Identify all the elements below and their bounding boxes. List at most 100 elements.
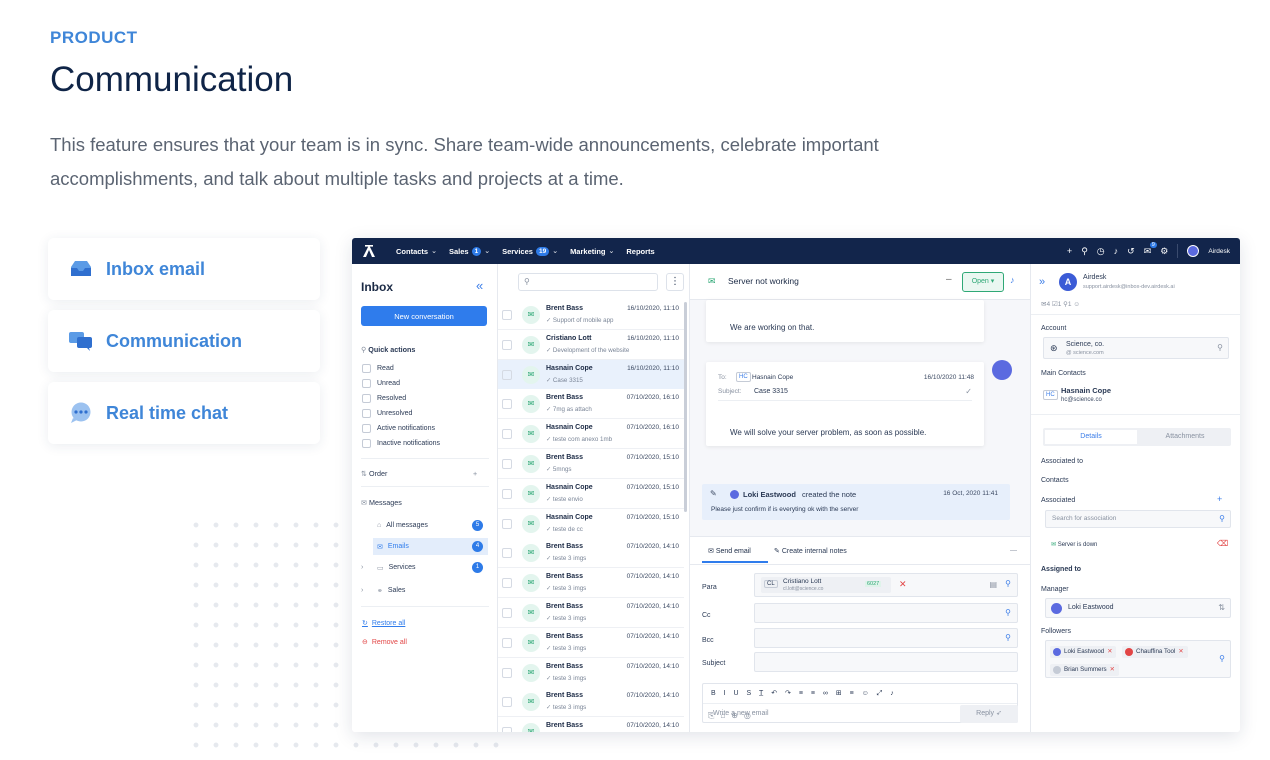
remove-all-link[interactable]: ⊖ Remove all (362, 638, 407, 647)
nav-services[interactable]: Services 19 ⌄ (502, 246, 558, 256)
swap-icon[interactable]: ⇅ (1218, 603, 1225, 612)
formatting-toolbar[interactable]: B I U S T̲ ↶ ↷ ≡ ≡ ∞ ⊞ ≡ ☺ ⤢ ♪ (711, 689, 897, 698)
remove-icon[interactable]: ✕ (1178, 648, 1183, 655)
row-checkbox[interactable] (502, 608, 512, 618)
filter-read[interactable]: Read (362, 364, 394, 373)
follower-chip[interactable]: Chauffina Tool ✕ (1122, 646, 1188, 658)
filter-resolved[interactable]: Resolved (362, 394, 406, 403)
tab-create-internal-notes[interactable]: ✎ Create internal notes (774, 547, 847, 555)
table-row[interactable]: ✉ Cristiano Lott 16/10/2020, 11:10 ✓ Develo… (498, 329, 684, 360)
search-input[interactable]: ⚲ (518, 273, 658, 291)
account-field[interactable]: ⊛ Science, co. @ science.com ⚲ (1043, 337, 1229, 359)
followers-field[interactable]: Loki Eastwood ✕ Chauffina Tool ✕ Brian Sum… (1045, 640, 1231, 678)
table-row[interactable]: ✉Brent Bass07/10/2020, 14:10✓ nenver (498, 717, 684, 732)
tab-details[interactable]: Details (1045, 430, 1137, 444)
new-conversation-button[interactable]: New conversation (361, 306, 487, 326)
row-checkbox[interactable] (502, 727, 512, 732)
search-icon[interactable]: ⚲ (1005, 579, 1011, 588)
table-row[interactable]: ✉ Brent Bass 07/10/2020, 15:10 ✓ 5mngs (498, 449, 684, 479)
sidebar-item-emails[interactable]: ✉ Emails 4 (373, 538, 488, 555)
order-row[interactable]: ⇅ Order + (361, 469, 477, 478)
search-icon[interactable]: ⚲ (1219, 654, 1225, 663)
row-checkbox[interactable] (502, 339, 512, 350)
collapse-chevrons-icon[interactable]: « (476, 278, 483, 293)
plus-icon[interactable]: + (1067, 246, 1072, 256)
scrollbar[interactable] (684, 302, 687, 512)
search-icon[interactable]: ⚲ (1081, 246, 1088, 257)
row-checkbox[interactable] (502, 399, 512, 410)
reply-button[interactable]: Reply ➶ (960, 705, 1018, 723)
timer-icon[interactable]: ◷ (1097, 246, 1105, 257)
add-association-button[interactable]: + (1217, 494, 1222, 504)
plus-icon[interactable]: + (473, 469, 477, 478)
remove-icon[interactable]: ✕ (1110, 666, 1115, 673)
row-checkbox[interactable] (502, 548, 512, 559)
row-checkbox[interactable] (502, 578, 512, 589)
table-row[interactable]: ✉ Brent Bass 16/10/2020, 11:10 ✓ Support of… (498, 300, 684, 330)
expand-chevrons-icon[interactable]: » (1039, 276, 1045, 288)
search-icon[interactable]: ⚲ (1219, 514, 1225, 523)
restore-all-link[interactable]: ↻ Restore all (362, 619, 405, 628)
feature-real-time-chat[interactable]: Real time chat (48, 382, 320, 444)
search-icon[interactable]: ⚲ (1217, 343, 1223, 352)
table-row[interactable]: ✉ Brent Bass 07/10/2020, 14:10 ✓ teste 3 im… (498, 598, 684, 628)
table-row[interactable]: ✉ Brent Bass 07/10/2020, 16:10 ✓ 7mg as att… (498, 389, 684, 420)
subject-field[interactable] (754, 652, 1018, 672)
filter-active-notifications[interactable]: Active notifications (362, 424, 435, 433)
manager-field[interactable]: Loki Eastwood ⇅ (1045, 598, 1231, 618)
table-row[interactable]: ✉ Hasnain Cope 07/10/2020, 15:10 ✓ teste en… (498, 478, 684, 509)
row-checkbox[interactable] (502, 667, 512, 678)
filter-unread[interactable]: Unread (362, 379, 400, 388)
avatar[interactable] (1187, 245, 1200, 257)
feature-inbox-email[interactable]: Inbox email (48, 238, 320, 300)
row-checkbox[interactable] (502, 637, 512, 648)
row-checkbox[interactable] (502, 697, 512, 708)
cc-field[interactable]: ⚲ (754, 603, 1018, 623)
table-row[interactable]: ✉ Hasnain Cope 07/10/2020, 16:10 ✓ teste co… (498, 419, 684, 450)
table-row[interactable]: ✉ Brent Bass 07/10/2020, 14:10 ✓ teste 3 im… (498, 627, 684, 658)
minimize-icon[interactable]: – (946, 274, 952, 285)
filter-unresolved[interactable]: Unresolved (362, 409, 412, 418)
bcc-field[interactable]: ⚲ (754, 628, 1018, 648)
filter-inactive-notifications[interactable]: Inactive notifications (362, 439, 440, 448)
status-dropdown[interactable]: Open ▾ (962, 272, 1004, 292)
remove-icon[interactable]: ✕ (1107, 648, 1112, 655)
row-checkbox[interactable] (502, 310, 512, 320)
bell-icon[interactable]: ♪ (1114, 246, 1119, 256)
chevron-right-icon[interactable]: › (361, 587, 363, 594)
recipient-chip[interactable]: CL Cristiano Lott cl.lott@science.co 602… (761, 577, 891, 593)
association-item[interactable]: ✉ Server is down (1051, 541, 1097, 548)
attachment-icons[interactable]: ⎘⌂⊕◎ (708, 711, 757, 721)
table-row[interactable]: ✉ Hasnain Cope 07/10/2020, 15:10 ✓ teste de… (498, 508, 684, 539)
bell-icon[interactable]: ♪ (1010, 275, 1015, 285)
tab-attachments[interactable]: Attachments (1139, 430, 1231, 444)
nav-marketing[interactable]: Marketing ⌄ (570, 247, 614, 256)
search-icon[interactable]: ⚲ (1005, 608, 1011, 617)
search-icon[interactable]: ⚲ (1005, 633, 1011, 642)
sidebar-item-all-messages[interactable]: ⌂ All messages 5 (373, 517, 488, 534)
row-checkbox[interactable] (502, 429, 512, 440)
row-checkbox[interactable] (502, 488, 512, 499)
follower-chip[interactable]: Brian Summers ✕ (1050, 664, 1119, 676)
tab-send-email[interactable]: ✉ Send email (708, 547, 751, 555)
history-icon[interactable]: ↺ (1127, 246, 1135, 257)
nav-reports[interactable]: Reports (626, 247, 654, 256)
nav-sales[interactable]: Sales 1 ⌄ (449, 246, 490, 256)
table-row[interactable]: ✉ Brent Bass 07/10/2020, 14:10 ✓ teste 3 im… (498, 687, 684, 718)
inbox-icon[interactable]: ✉ 9 (1144, 241, 1157, 257)
sidebar-item-services[interactable]: › ▭ Services 1 (361, 559, 488, 576)
nav-contacts[interactable]: Contacts ⌄ (396, 247, 437, 256)
follower-chip[interactable]: Loki Eastwood ✕ (1050, 646, 1117, 658)
para-field[interactable]: CL Cristiano Lott cl.lott@science.co 602… (754, 573, 1018, 597)
contact-card-icon[interactable]: ▤ (989, 580, 997, 589)
app-logo-icon[interactable] (362, 244, 376, 258)
chevron-right-icon[interactable]: › (361, 564, 363, 571)
table-row[interactable]: ✉ Brent Bass 07/10/2020, 14:10 ✓ teste 3 im… (498, 657, 684, 688)
minimize-icon[interactable]: — (1010, 547, 1017, 554)
trash-icon[interactable]: ⌫ (1217, 539, 1228, 548)
sidebar-item-sales[interactable]: › ⚭ Sales (361, 582, 488, 599)
row-checkbox[interactable] (502, 518, 512, 529)
table-row[interactable]: ✉ Hasnain Cope 16/10/2020, 11:10 ✓ Case 331… (498, 359, 684, 390)
row-checkbox[interactable] (502, 459, 512, 469)
gear-icon[interactable]: ⚙ (1160, 246, 1168, 257)
